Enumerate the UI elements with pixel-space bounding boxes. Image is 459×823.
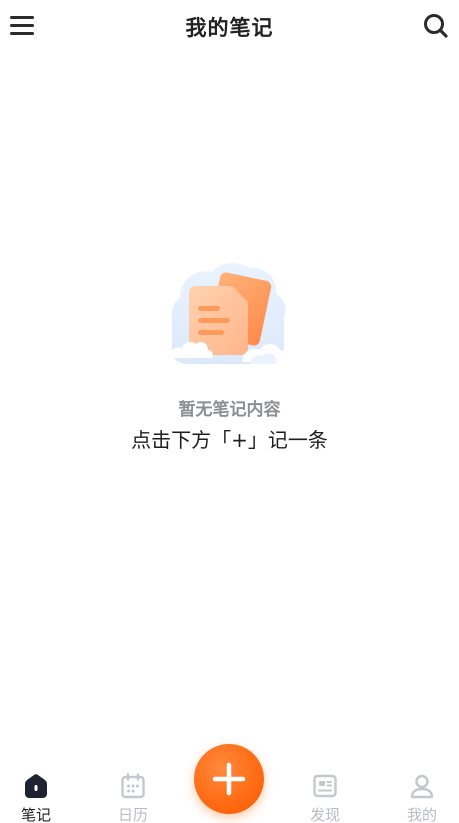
empty-notes-illustration (166, 258, 292, 370)
empty-state-hint: 点击下方「+」记一条 (131, 428, 328, 452)
tab-mine[interactable]: 我的 (386, 772, 458, 823)
tab-label: 日历 (117, 806, 148, 823)
empty-state-title: 暂无笔记内容 (178, 400, 281, 420)
search-button[interactable] (422, 12, 450, 40)
tab-label: 笔记 (20, 806, 51, 823)
home-icon (25, 774, 47, 798)
tab-discover[interactable]: 发现 (289, 772, 361, 823)
calendar-icon (121, 773, 145, 799)
search-icon (424, 14, 448, 38)
plus-icon (212, 762, 246, 796)
tab-calendar[interactable]: 日历 (97, 772, 169, 823)
app-root: 我的 笔记 暂无笔记内容 点击下方「+」记一条 笔记 日历 发现 我的 (0, 0, 459, 823)
user-icon (410, 774, 434, 799)
tab-label: 发现 (309, 806, 340, 823)
page-title: 我的笔记 (185, 16, 274, 40)
tab-label: 我的 (406, 806, 437, 823)
tab-notes[interactable]: 笔记 (0, 772, 72, 823)
top-app-bar: 我的笔记 (0, 0, 459, 52)
add-note-button[interactable] (194, 744, 264, 814)
news-icon (313, 774, 337, 798)
